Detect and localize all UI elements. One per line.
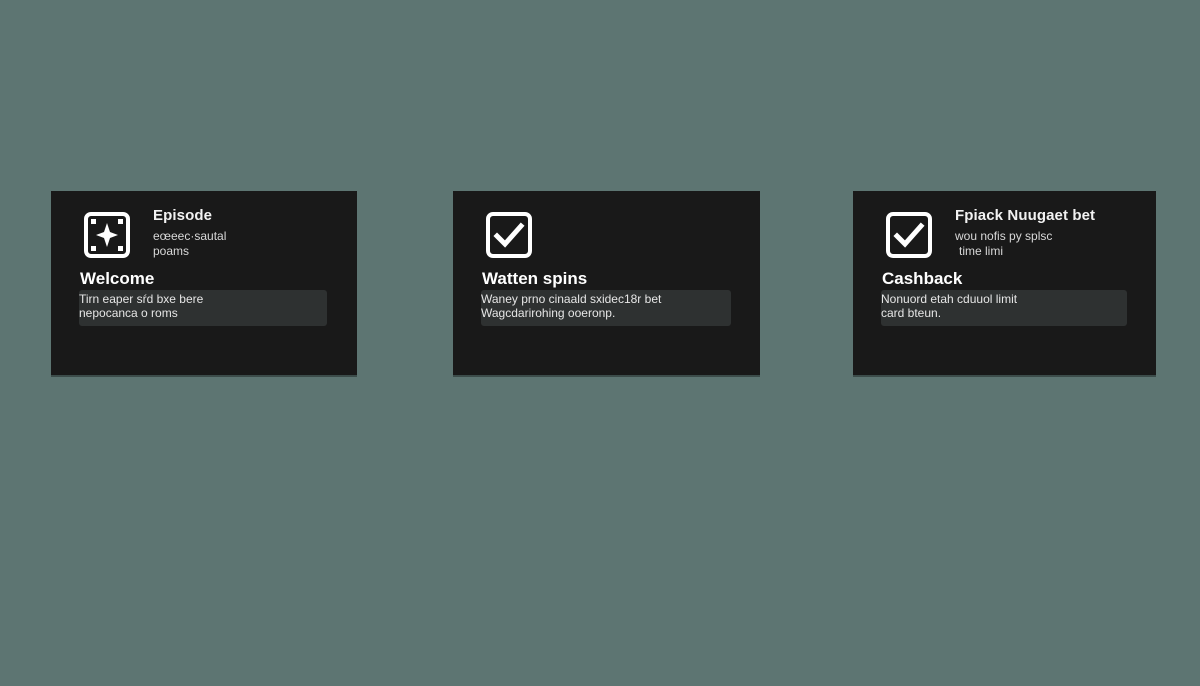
card-subtitle-line: poams (153, 244, 190, 258)
card-title: Episode (153, 207, 213, 224)
card-subtitle: wou nofis py splsc time limi (955, 229, 1145, 259)
card-description: Waney prno cinaald sxidec18r bet Wagcdar… (481, 290, 731, 326)
card-description-line: card bteun. (881, 306, 942, 320)
card-description: Tirn eaper sŕd bxe bere nepocanca o roms (79, 290, 327, 326)
promo-card-cashback[interactable]: Fpiack Nuugaet bet wou nofis py splsc ti… (853, 191, 1156, 375)
card-description: Nonuord etah cduuol limit card bteun. (881, 290, 1127, 326)
card-description-line: Waney prno cinaald sxidec18r bet (481, 292, 662, 306)
card-subtitle-line: time limi (959, 244, 1003, 258)
sparkle-icon (83, 211, 131, 259)
card-subtitle-line: eœeec·sautal (153, 229, 227, 243)
promo-card-welcome[interactable]: Episode eœeec·sautal poams Welcome Tirn … (51, 191, 357, 375)
checkbox-checked-icon (485, 211, 533, 259)
card-subtitle: eœeec·sautal poams (153, 229, 343, 259)
checkbox-checked-icon (885, 211, 933, 259)
card-heading: Welcome (80, 269, 155, 288)
card-heading: Cashback (882, 269, 963, 288)
card-description-line: Tirn eaper sŕd bxe bere (79, 292, 204, 306)
card-heading: Watten spins (482, 269, 588, 288)
card-title: Fpiack Nuugaet bet (955, 207, 1096, 224)
card-description-line: nepocanca o roms (79, 306, 178, 320)
card-subtitle-line: wou nofis py splsc (955, 229, 1053, 243)
card-description-line: Wagcdarirohing ooeronp. (481, 306, 616, 320)
card-description-line: Nonuord etah cduuol limit (881, 292, 1018, 306)
promo-card-spins[interactable]: Watten spins Waney prno cinaald sxidec18… (453, 191, 760, 375)
